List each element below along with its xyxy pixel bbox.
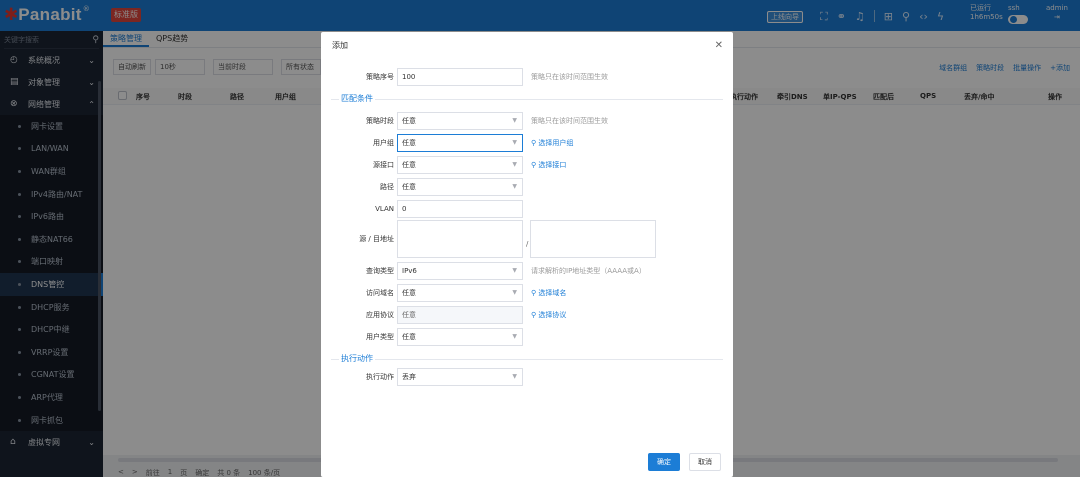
period-value: 任意 [402,117,416,125]
domain-value: 任意 [402,289,416,297]
chevron-down-icon: ▼ [512,267,517,274]
path-value: 任意 [402,183,416,191]
src-interface-select[interactable]: 任意 ▼ [397,156,523,174]
priority-input[interactable]: 100 [397,68,523,86]
action-section-title: 执行动作 [339,354,375,364]
chevron-down-icon: ▼ [512,333,517,340]
query-type-hint: 请求解析的IP地址类型（AAAA或A） [531,267,646,275]
user-type-label: 用户类型 [366,333,394,341]
priority-hint: 策略只在该时间范围生效 [531,73,608,81]
cancel-button[interactable]: 取消 [689,453,721,471]
domain-select[interactable]: 任意 ▼ [397,284,523,302]
src-interface-label: 源接口 [373,161,394,169]
chevron-down-icon: ▼ [512,289,517,296]
period-label: 策略时段 [366,117,394,125]
priority-label: 策略序号 [366,73,394,81]
period-select[interactable]: 任意 ▼ [397,112,523,130]
select-protocol-link[interactable]: ⚲ 选择协议 [531,306,566,324]
protocol-label: 应用协议 [366,311,394,319]
vlan-input[interactable]: 0 [397,200,523,218]
source-address-textarea[interactable] [397,220,523,258]
domain-label: 访问域名 [366,289,394,297]
user-type-select[interactable]: 任意 ▼ [397,328,523,346]
select-interface-link[interactable]: ⚲ 选择接口 [531,156,566,174]
user-type-value: 任意 [402,333,416,341]
close-icon[interactable]: ✕ [715,32,723,60]
select-protocol-label: 选择协议 [538,311,567,319]
address-label: 源 / 目地址 [359,235,394,243]
select-usergroup-label: 选择用户组 [538,139,574,147]
destination-address-textarea[interactable] [530,220,656,258]
action-select[interactable]: 丢弃 ▼ [397,368,523,386]
dialog-title: 添加 [332,41,348,50]
chevron-down-icon: ▼ [512,161,517,168]
section-divider [331,359,723,360]
usergroup-select[interactable]: 任意 ▼ [397,134,523,152]
confirm-button[interactable]: 确定 [648,453,680,471]
select-usergroup-link[interactable]: ⚲ 选择用户组 [531,134,573,152]
path-select[interactable]: 任意 ▼ [397,178,523,196]
add-policy-dialog: 添加 ✕ 策略序号 100 策略只在该时间范围生效 匹配条件 策略时段 任意 ▼ … [321,32,733,477]
query-type-select[interactable]: IPv6 ▼ [397,262,523,280]
protocol-input[interactable]: 任意 [397,306,523,324]
path-label: 路径 [380,183,394,191]
select-interface-label: 选择接口 [538,161,567,169]
usergroup-value: 任意 [402,139,416,147]
action-label: 执行动作 [366,373,394,381]
select-domain-label: 选择域名 [538,289,567,297]
chevron-down-icon: ▼ [512,183,517,190]
action-value: 丢弃 [402,373,416,381]
vlan-label: VLAN [375,205,394,213]
match-section: 匹配条件 [331,94,723,104]
query-type-label: 查询类型 [366,267,394,275]
src-interface-value: 任意 [402,161,416,169]
query-type-value: IPv6 [402,267,417,275]
usergroup-label: 用户组 [373,139,394,147]
chevron-down-icon: ▼ [512,139,517,146]
address-separator: / [526,240,529,248]
section-divider [331,99,723,100]
select-domain-link[interactable]: ⚲ 选择域名 [531,284,566,302]
dialog-header: 添加 ✕ [321,32,733,60]
action-section: 执行动作 [331,354,723,364]
chevron-down-icon: ▼ [512,117,517,124]
period-hint: 策略只在该时间范围生效 [531,117,608,125]
chevron-down-icon: ▼ [512,373,517,380]
match-section-title: 匹配条件 [339,94,375,104]
